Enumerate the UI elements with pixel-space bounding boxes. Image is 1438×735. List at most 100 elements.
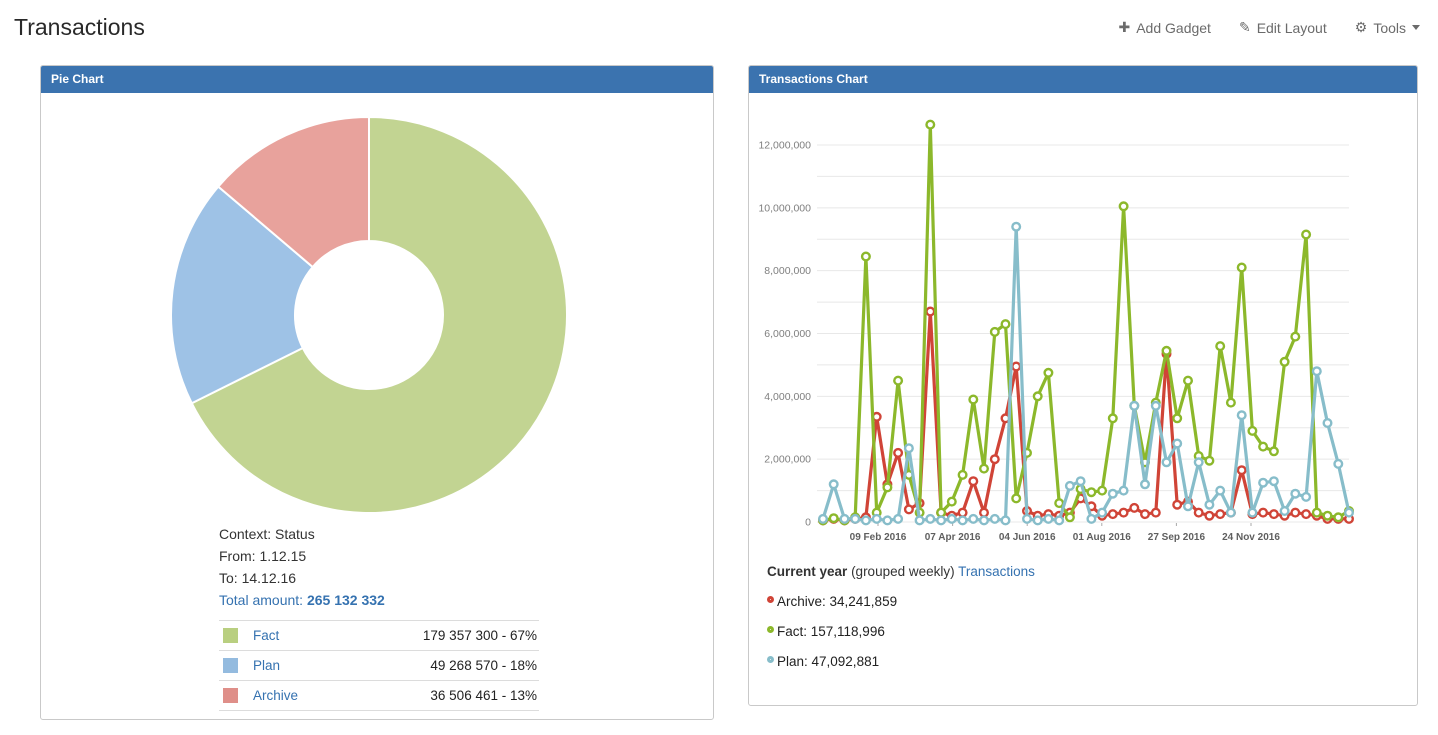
data-point-plan[interactable] xyxy=(1088,515,1096,523)
data-point-fact[interactable] xyxy=(1173,415,1181,423)
data-point-fact[interactable] xyxy=(830,514,838,522)
data-point-archive[interactable] xyxy=(1109,510,1117,518)
pie-chart[interactable] xyxy=(41,93,713,523)
data-point-plan[interactable] xyxy=(1055,517,1063,525)
data-point-plan[interactable] xyxy=(916,517,924,525)
data-point-plan[interactable] xyxy=(894,515,902,523)
pie-gadget-header[interactable]: Pie Chart xyxy=(41,66,713,93)
data-point-fact[interactable] xyxy=(1109,415,1117,423)
data-point-plan[interactable] xyxy=(851,515,859,523)
data-point-archive[interactable] xyxy=(1173,501,1181,509)
data-point-plan[interactable] xyxy=(1045,515,1053,523)
data-point-archive[interactable] xyxy=(1302,510,1310,518)
data-point-fact[interactable] xyxy=(1238,264,1246,272)
data-point-archive[interactable] xyxy=(959,509,967,517)
data-point-fact[interactable] xyxy=(1045,369,1053,377)
data-point-plan[interactable] xyxy=(862,517,870,525)
data-point-plan[interactable] xyxy=(1173,440,1181,448)
data-point-archive[interactable] xyxy=(1195,509,1203,517)
data-point-archive[interactable] xyxy=(1152,509,1160,517)
data-point-fact[interactable] xyxy=(1066,514,1074,522)
data-point-plan[interactable] xyxy=(1002,517,1010,525)
data-point-archive[interactable] xyxy=(1131,504,1139,512)
data-point-archive[interactable] xyxy=(894,449,902,457)
data-point-archive[interactable] xyxy=(1292,509,1300,517)
data-point-plan[interactable] xyxy=(1313,367,1321,375)
data-point-plan[interactable] xyxy=(873,515,881,523)
data-point-plan[interactable] xyxy=(1023,515,1031,523)
data-point-plan[interactable] xyxy=(980,517,988,525)
data-point-plan[interactable] xyxy=(1249,509,1257,517)
add-gadget-button[interactable]: ✚ Add Gadget xyxy=(1118,19,1210,36)
data-point-archive[interactable] xyxy=(1270,510,1278,518)
data-point-fact[interactable] xyxy=(1088,488,1096,496)
data-point-fact[interactable] xyxy=(1163,347,1171,355)
data-point-fact[interactable] xyxy=(1281,358,1289,366)
data-point-plan[interactable] xyxy=(1120,487,1128,495)
data-point-fact[interactable] xyxy=(1324,512,1332,520)
data-point-fact[interactable] xyxy=(1227,399,1235,407)
data-point-fact[interactable] xyxy=(937,509,945,517)
data-point-fact[interactable] xyxy=(862,253,870,261)
transactions-link[interactable]: Transactions xyxy=(958,564,1035,579)
data-point-plan[interactable] xyxy=(1206,501,1214,509)
data-point-fact[interactable] xyxy=(1249,427,1257,435)
data-point-fact[interactable] xyxy=(1313,509,1321,517)
tx-gadget-header[interactable]: Transactions Chart xyxy=(749,66,1417,93)
data-point-fact[interactable] xyxy=(970,396,978,404)
data-point-plan[interactable] xyxy=(884,517,892,525)
data-point-plan[interactable] xyxy=(1077,477,1085,485)
data-point-archive[interactable] xyxy=(1206,512,1214,520)
pie-legend-label[interactable]: Archive xyxy=(253,688,430,703)
data-point-plan[interactable] xyxy=(1184,503,1192,511)
data-point-fact[interactable] xyxy=(1216,342,1224,350)
data-point-fact[interactable] xyxy=(1206,457,1214,465)
data-point-fact[interactable] xyxy=(884,484,892,492)
data-point-fact[interactable] xyxy=(980,465,988,473)
data-point-fact[interactable] xyxy=(1292,333,1300,341)
data-point-archive[interactable] xyxy=(927,308,935,316)
data-point-plan[interactable] xyxy=(1227,509,1235,517)
pie-legend-label[interactable]: Plan xyxy=(253,658,430,673)
data-point-plan[interactable] xyxy=(1152,402,1160,410)
data-point-fact[interactable] xyxy=(1002,320,1010,328)
data-point-archive[interactable] xyxy=(980,509,988,517)
data-point-archive[interactable] xyxy=(1216,510,1224,518)
data-point-plan[interactable] xyxy=(1163,459,1171,467)
edit-layout-button[interactable]: ✎ Edit Layout xyxy=(1239,19,1327,36)
data-point-plan[interactable] xyxy=(991,515,999,523)
data-point-archive[interactable] xyxy=(1259,509,1267,517)
data-point-fact[interactable] xyxy=(1184,377,1192,385)
data-point-plan[interactable] xyxy=(1034,517,1042,525)
data-point-fact[interactable] xyxy=(1055,499,1063,507)
data-point-plan[interactable] xyxy=(841,515,849,523)
data-point-fact[interactable] xyxy=(1034,393,1042,401)
data-point-plan[interactable] xyxy=(1098,509,1106,517)
data-point-plan[interactable] xyxy=(937,517,945,525)
data-point-fact[interactable] xyxy=(1335,514,1343,522)
data-point-plan[interactable] xyxy=(1345,509,1353,517)
data-point-plan[interactable] xyxy=(1302,493,1310,501)
data-point-archive[interactable] xyxy=(1012,363,1020,371)
data-point-plan[interactable] xyxy=(905,444,913,452)
data-point-archive[interactable] xyxy=(1238,466,1246,474)
data-point-plan[interactable] xyxy=(1131,402,1139,410)
data-point-plan[interactable] xyxy=(927,515,935,523)
data-point-fact[interactable] xyxy=(1270,448,1278,456)
data-point-plan[interactable] xyxy=(1324,419,1332,427)
data-point-fact[interactable] xyxy=(1259,443,1267,451)
data-point-plan[interactable] xyxy=(1195,459,1203,467)
data-point-plan[interactable] xyxy=(1141,481,1149,489)
pie-legend-label[interactable]: Fact xyxy=(253,628,423,643)
data-point-fact[interactable] xyxy=(1120,203,1128,211)
data-point-fact[interactable] xyxy=(1012,495,1020,503)
data-point-plan[interactable] xyxy=(1238,411,1246,419)
data-point-plan[interactable] xyxy=(819,515,827,523)
data-point-fact[interactable] xyxy=(1098,487,1106,495)
data-point-fact[interactable] xyxy=(991,328,999,336)
data-point-archive[interactable] xyxy=(1120,509,1128,517)
data-point-plan[interactable] xyxy=(959,517,967,525)
data-point-fact[interactable] xyxy=(1302,231,1310,239)
data-point-plan[interactable] xyxy=(1335,460,1343,468)
data-point-archive[interactable] xyxy=(1141,510,1149,518)
